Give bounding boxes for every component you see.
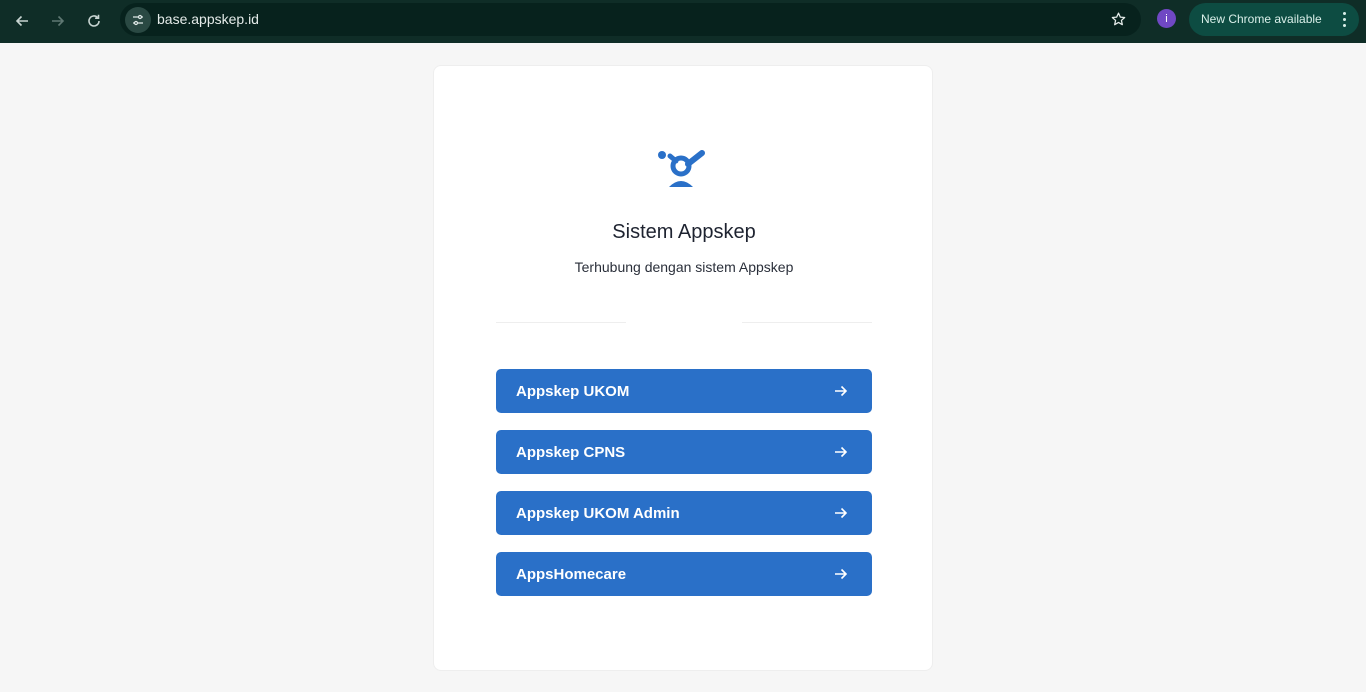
arrow-left-icon [15, 15, 28, 27]
divider-left [496, 322, 626, 323]
page-subtitle: Terhubung dengan sistem Appskep [574, 259, 794, 275]
arrow-right-icon [835, 568, 848, 580]
url-text[interactable]: base.appskep.id [157, 11, 259, 27]
button-label: Appskep CPNS [516, 444, 626, 461]
reload-button[interactable] [80, 7, 108, 35]
address-bar[interactable]: base.appskep.id [120, 3, 1141, 36]
appshomecare-button[interactable]: AppsHomecare [496, 552, 872, 596]
bookmark-star-icon[interactable] [1110, 11, 1127, 28]
back-button[interactable] [8, 7, 36, 35]
appskep-ukom-admin-button[interactable]: Appskep UKOM Admin [496, 491, 872, 535]
button-label: Appskep UKOM Admin [516, 505, 680, 522]
reload-icon [88, 14, 100, 27]
kebab-menu-icon[interactable] [1343, 12, 1347, 27]
arrow-right-icon [835, 385, 848, 397]
appskep-logo-icon [658, 150, 705, 187]
tune-icon [133, 14, 143, 26]
appskep-cpns-button[interactable]: Appskep CPNS [496, 430, 872, 474]
appskep-ukom-button[interactable]: Appskep UKOM [496, 369, 872, 413]
arrow-right-icon [835, 446, 848, 458]
button-label: AppsHomecare [516, 566, 627, 583]
arrow-right-icon [52, 15, 65, 27]
update-label: New Chrome available [1201, 12, 1322, 26]
app-selector-card: Sistem Appskep Terhubung dengan sistem A… [433, 65, 933, 671]
button-label: Appskep UKOM [516, 383, 630, 400]
site-info-button[interactable] [125, 7, 151, 33]
arrow-right-icon [835, 507, 848, 519]
divider-right [742, 322, 872, 323]
browser-toolbar: base.appskep.id i New Chrome available [0, 0, 1366, 43]
forward-button[interactable] [44, 7, 72, 35]
chrome-update-button[interactable]: New Chrome available [1189, 3, 1359, 36]
profile-avatar[interactable]: i [1157, 9, 1176, 28]
page-title: Sistem Appskep [612, 221, 756, 243]
